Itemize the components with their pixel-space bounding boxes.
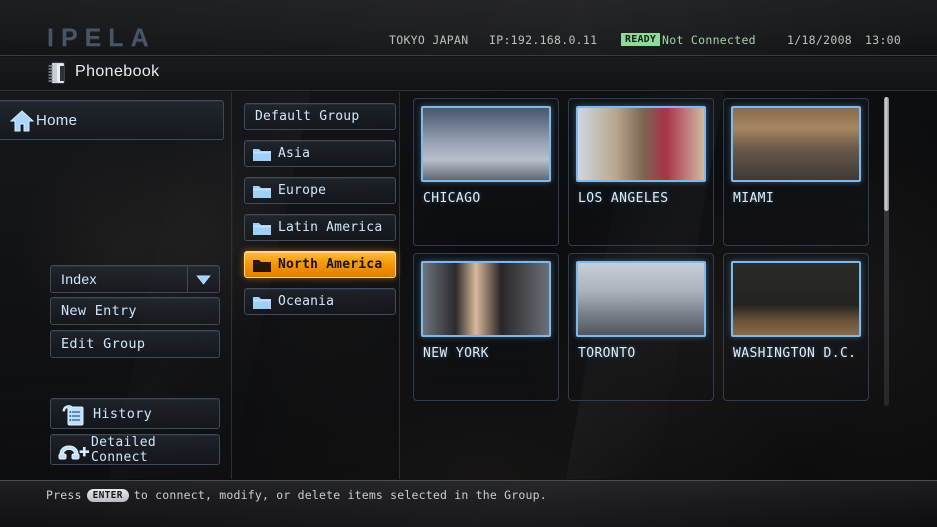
entry-label: TORONTO: [578, 346, 636, 361]
thumbnail-image: [578, 108, 704, 180]
entry-thumbnail[interactable]: [421, 261, 551, 337]
entry-thumbnail[interactable]: [731, 106, 861, 182]
index-dropdown-label: Index: [61, 271, 97, 287]
history-icon: [61, 404, 87, 426]
phonebook-screen: IPELA TOKYO JAPAN IP:192.168.0.11 READY …: [0, 0, 937, 527]
thumbnail-image: [733, 108, 859, 180]
entry-label: NEW YORK: [423, 346, 489, 361]
phonebook-icon: [47, 62, 67, 84]
folder-icon: [252, 220, 272, 236]
group-list: Default Group Asia Europe Latin America Nort…: [233, 92, 400, 479]
entry-card[interactable]: MIAMI: [723, 98, 869, 246]
entry-card[interactable]: NEW YORK: [413, 253, 559, 401]
enter-key-badge: ENTER: [86, 488, 129, 502]
group-item-label: Asia: [278, 146, 311, 161]
group-item-asia[interactable]: Asia: [244, 140, 396, 167]
entry-thumbnail[interactable]: [576, 261, 706, 337]
ipela-logo: IPELA: [47, 24, 156, 52]
group-item-label: Europe: [278, 183, 327, 198]
sidebar-item-home[interactable]: Home: [0, 100, 224, 140]
status-location: TOKYO JAPAN: [389, 33, 469, 47]
entry-card[interactable]: LOS ANGELES: [568, 98, 714, 246]
entry-card[interactable]: WASHINGTON D.C.: [723, 253, 869, 401]
folder-icon: [252, 257, 272, 273]
new-entry-label: New Entry: [61, 303, 137, 319]
group-item-oceania[interactable]: Oceania: [244, 288, 396, 315]
sidebar: Home Index New Entry Edit Group History …: [0, 92, 232, 479]
group-item-latin-america[interactable]: Latin America: [244, 214, 396, 241]
folder-icon: [252, 183, 272, 199]
group-item-label: Oceania: [278, 294, 335, 309]
entry-card[interactable]: TORONTO: [568, 253, 714, 401]
entry-thumbnail[interactable]: [421, 106, 551, 182]
new-entry-button[interactable]: New Entry: [50, 297, 220, 325]
group-item-europe[interactable]: Europe: [244, 177, 396, 204]
thumbnail-image: [578, 263, 704, 335]
home-icon: [9, 110, 35, 132]
entry-label: MIAMI: [733, 191, 775, 206]
entry-label: LOS ANGELES: [578, 191, 669, 206]
index-dropdown[interactable]: Index: [50, 265, 220, 293]
hint-before: Press: [46, 488, 82, 502]
footer-hint: Press ENTER to connect, modify, or delet…: [46, 488, 547, 502]
folder-icon: [252, 146, 272, 162]
entry-card[interactable]: CHICAGO: [413, 98, 559, 246]
hint-after: to connect, modify, or delete items sele…: [133, 488, 547, 502]
edit-group-label: Edit Group: [61, 336, 146, 352]
thumbnail-image: [423, 108, 549, 180]
status-time: 13:00: [865, 33, 902, 47]
entry-label: WASHINGTON D.C.: [733, 346, 857, 361]
status-ready-badge: READY: [621, 33, 661, 46]
entry-thumbnail[interactable]: [576, 106, 706, 182]
detailed-connect-button[interactable]: Detailed Connect: [50, 434, 220, 465]
history-button[interactable]: History: [50, 398, 220, 429]
group-item-default-group[interactable]: Default Group: [244, 103, 396, 130]
detailed-connect-label: Detailed Connect: [91, 434, 157, 465]
entry-grid: CHICAGO LOS ANGELES MIAMI NEW YORK TORONTO WA…: [401, 92, 937, 479]
page-title: Phonebook: [75, 63, 160, 80]
sidebar-item-label: Home: [36, 111, 78, 129]
chevron-down-icon[interactable]: [187, 266, 219, 292]
status-date: 1/18/2008: [787, 33, 853, 47]
folder-icon: [252, 294, 272, 310]
edit-group-button[interactable]: Edit Group: [50, 330, 220, 358]
phone-plus-icon: [57, 441, 89, 461]
thumbnail-image: [423, 263, 549, 335]
group-item-label: North America: [278, 257, 383, 272]
group-item-north-america[interactable]: North America: [244, 251, 396, 278]
entry-label: CHICAGO: [423, 191, 481, 206]
status-connection: Not Connected: [662, 33, 756, 47]
entry-thumbnail[interactable]: [731, 261, 861, 337]
scrollbar-thumb[interactable]: [884, 97, 889, 211]
history-label: History: [93, 405, 152, 422]
thumbnail-image: [733, 263, 859, 335]
status-ip-address: IP:192.168.0.11: [489, 33, 598, 47]
group-item-label: Default Group: [255, 109, 360, 124]
group-item-label: Latin America: [278, 220, 383, 235]
